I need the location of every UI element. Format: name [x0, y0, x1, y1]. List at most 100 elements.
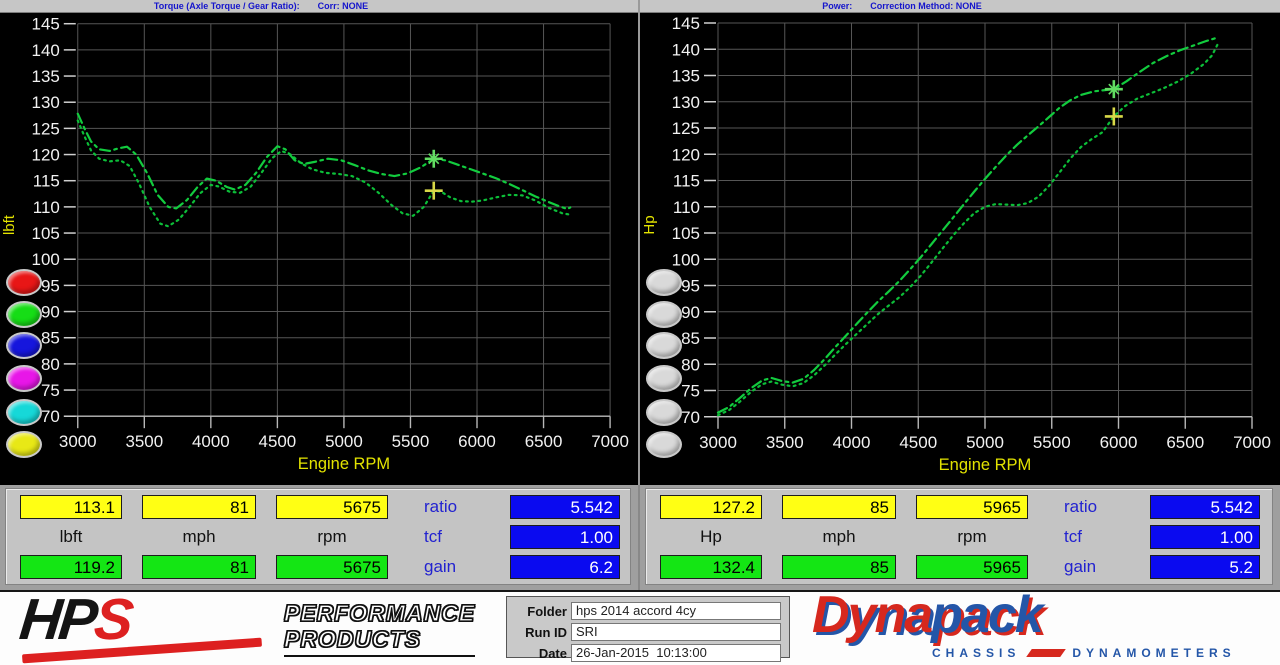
rpm-unit-label: rpm	[916, 527, 1028, 547]
torque-correction-label: Corr: NONE	[318, 1, 369, 11]
tcf-label: tcf	[408, 527, 490, 547]
dynapack-logo-subtitle: CHASSIS DYNAMOMETERS	[932, 646, 1236, 660]
svg-text:110: 110	[673, 198, 700, 217]
gain-value: 6.2	[510, 555, 620, 579]
power-correction-label: Correction Method: NONE	[870, 1, 982, 11]
svg-text:105: 105	[672, 224, 700, 243]
svg-text:125: 125	[672, 119, 700, 138]
run-slot-button-3[interactable]	[646, 332, 682, 359]
svg-text:6000: 6000	[1100, 433, 1138, 452]
dynapack-logo-text: Dynapack	[812, 584, 1042, 646]
svg-text:4000: 4000	[192, 432, 230, 451]
run-color-button-cyan[interactable]	[6, 399, 42, 426]
tcf-value: 1.00	[1150, 525, 1260, 549]
svg-text:95: 95	[41, 276, 60, 295]
run-id-field[interactable]: SRI	[571, 623, 781, 641]
svg-text:70: 70	[41, 407, 60, 426]
svg-text:100: 100	[32, 250, 60, 269]
torque-chart-panel: Torque (Axle Torque / Gear Ratio): Corr:…	[0, 0, 640, 485]
torque-chart-title: Torque (Axle Torque / Gear Ratio):	[154, 1, 300, 11]
tcf-label: tcf	[1048, 527, 1130, 547]
torque-run2-value: 119.2	[20, 555, 122, 579]
ratio-value: 5.542	[1150, 495, 1260, 519]
run-color-button-yellow[interactable]	[6, 431, 42, 458]
svg-text:3000: 3000	[59, 432, 97, 451]
speed-run1-value: 85	[782, 495, 896, 519]
speed-run2-value: 81	[142, 555, 256, 579]
svg-text:110: 110	[33, 198, 60, 217]
torque-run1-value: 113.1	[20, 495, 122, 519]
svg-text:75: 75	[681, 382, 700, 401]
hps-logo-text: HPS	[17, 588, 134, 652]
svg-text:90: 90	[681, 303, 700, 322]
svg-text:130: 130	[32, 93, 60, 112]
dynapack-chassis-text: CHASSIS	[932, 646, 1020, 660]
ratio-label: ratio	[408, 497, 490, 517]
data-row: 113.1 81 5675 ratio 5.542 lbft mph rpm t…	[0, 485, 1280, 590]
svg-text:145: 145	[32, 15, 60, 34]
svg-text:115: 115	[33, 172, 60, 191]
run-slot-button-6[interactable]	[646, 431, 682, 458]
ratio-label: ratio	[1048, 497, 1130, 517]
hps-logo: HPS PERFORMANCE PRODUCTS	[16, 594, 496, 662]
speed-unit-label: mph	[782, 527, 896, 547]
svg-text:140: 140	[32, 41, 60, 60]
svg-text:100: 100	[672, 250, 700, 269]
svg-text:5000: 5000	[325, 432, 363, 451]
power-chart-plot[interactable]: 3000350040004500500055006000650070007075…	[640, 13, 1280, 486]
svg-text:120: 120	[32, 146, 60, 165]
svg-text:115: 115	[673, 172, 700, 191]
hps-logo-tagline: PERFORMANCE PRODUCTS	[284, 600, 475, 657]
run-slot-button-4[interactable]	[646, 365, 682, 392]
dyno-app-window: Torque (Axle Torque / Gear Ratio): Corr:…	[0, 0, 1280, 665]
svg-text:140: 140	[672, 40, 700, 59]
run-slot-button-2[interactable]	[646, 301, 682, 328]
run-color-button-green[interactable]	[6, 301, 42, 328]
rpm-run1-value: 5675	[276, 495, 388, 519]
svg-text:95: 95	[681, 277, 700, 296]
torque-chart-header: Torque (Axle Torque / Gear Ratio): Corr:…	[0, 0, 638, 13]
svg-text:4500: 4500	[899, 433, 937, 452]
svg-text:5500: 5500	[392, 432, 430, 451]
power-unit-label: Hp	[660, 527, 762, 547]
folder-field[interactable]: hps 2014 accord 4cy	[571, 602, 781, 620]
svg-text:Hp: Hp	[641, 215, 658, 234]
torque-unit-label: lbft	[20, 527, 122, 547]
svg-text:3500: 3500	[125, 432, 163, 451]
svg-text:105: 105	[32, 224, 60, 243]
power-data-panel: 127.2 85 5965 ratio 5.542 Hp mph rpm tcf…	[640, 485, 1280, 590]
svg-text:5500: 5500	[1033, 433, 1071, 452]
svg-text:75: 75	[41, 381, 60, 400]
hps-tagline-line1: PERFORMANCE	[284, 600, 475, 626]
svg-text:5000: 5000	[966, 433, 1004, 452]
svg-text:125: 125	[32, 119, 60, 138]
svg-text:80: 80	[681, 355, 700, 374]
svg-text:6000: 6000	[458, 432, 496, 451]
date-field[interactable]: 26-Jan-2015 10:13:00	[571, 644, 781, 662]
gain-value: 5.2	[1150, 555, 1260, 579]
svg-text:135: 135	[32, 67, 60, 86]
rpm-unit-label: rpm	[276, 527, 388, 547]
svg-text:4500: 4500	[259, 432, 297, 451]
run-slot-button-1[interactable]	[646, 269, 682, 296]
speed-run2-value: 85	[782, 555, 896, 579]
run-color-button-blue[interactable]	[6, 332, 42, 359]
svg-text:90: 90	[41, 303, 60, 322]
speed-unit-label: mph	[142, 527, 256, 547]
svg-text:lbft: lbft	[1, 214, 18, 235]
svg-text:7000: 7000	[1233, 433, 1271, 452]
svg-text:Engine RPM: Engine RPM	[298, 455, 390, 473]
power-chart-header: Power: Correction Method: NONE	[640, 0, 1280, 13]
run-slot-button-5[interactable]	[646, 399, 682, 426]
dynapack-logo: Dynapack CHASSIS DYNAMOMETERS	[806, 592, 1272, 664]
rpm-run2-value: 5675	[276, 555, 388, 579]
run-color-button-magenta[interactable]	[6, 365, 42, 392]
hps-tagline-line2: PRODUCTS	[284, 626, 475, 652]
power-run2-value: 132.4	[660, 555, 762, 579]
svg-text:145: 145	[672, 14, 700, 33]
run-color-button-red[interactable]	[6, 269, 42, 296]
gain-label: gain	[1048, 557, 1130, 577]
run-info-panel: Folder hps 2014 accord 4cy Run ID SRI Da…	[506, 596, 790, 658]
footer-bar: HPS PERFORMANCE PRODUCTS Folder hps 2014…	[0, 590, 1280, 665]
torque-chart-plot[interactable]: 3000350040004500500055006000650070007075…	[0, 13, 638, 486]
